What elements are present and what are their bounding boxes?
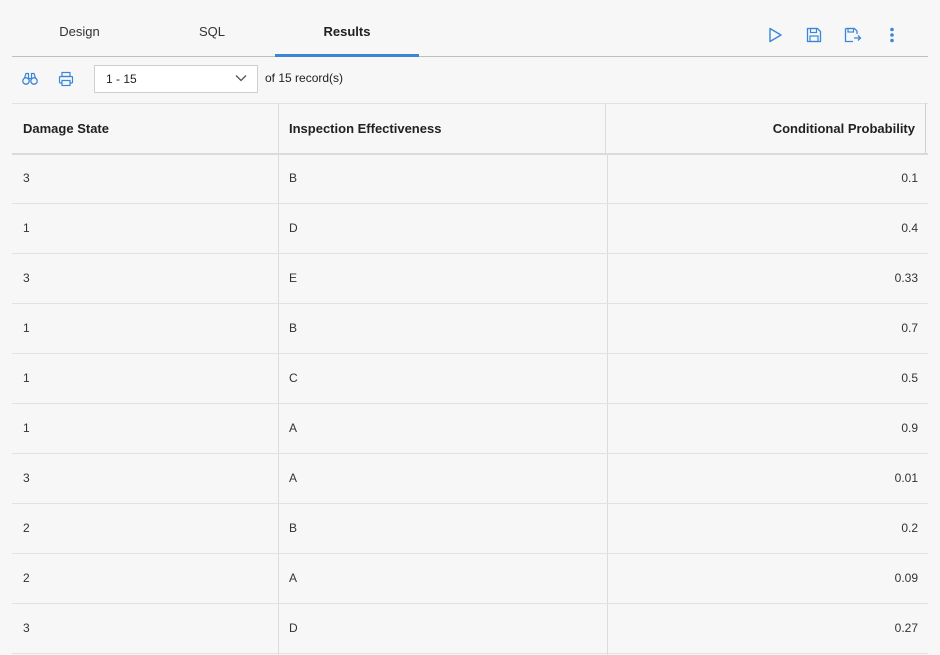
save-button[interactable] — [803, 24, 825, 46]
column-header-damage-state[interactable]: Damage State — [23, 104, 109, 153]
table-row[interactable]: 3 A 0.01 — [12, 454, 928, 504]
cell-inspection-effectiveness: D — [289, 221, 298, 235]
cell-inspection-effectiveness: A — [289, 421, 298, 435]
save-as-button[interactable] — [842, 24, 864, 46]
table-row[interactable]: 3 D 0.27 — [12, 604, 928, 654]
cell-damage-state: 1 — [23, 221, 30, 235]
cell-conditional-probability: 0.9 — [901, 421, 918, 435]
run-icon — [769, 27, 782, 43]
grid-header: Damage State Inspection Effectiveness Co… — [12, 103, 928, 155]
cell-inspection-effectiveness: A — [289, 571, 298, 585]
cell-damage-state: 1 — [23, 321, 30, 335]
cell-inspection-effectiveness: D — [289, 621, 298, 635]
more-icon — [890, 27, 894, 43]
tab-bar: Design SQL Results — [12, 0, 928, 57]
cell-damage-state: 1 — [23, 371, 30, 385]
save-as-icon — [844, 27, 862, 43]
table-row[interactable]: 1 C 0.5 — [12, 354, 928, 404]
cell-damage-state: 1 — [23, 421, 30, 435]
page-range-select[interactable]: 1 - 15 — [94, 65, 258, 93]
column-divider — [925, 103, 926, 153]
table-row[interactable]: 2 A 0.09 — [12, 554, 928, 604]
print-icon — [58, 71, 74, 87]
cell-inspection-effectiveness: A — [289, 471, 298, 485]
binoculars-icon — [22, 72, 38, 85]
run-button[interactable] — [764, 24, 786, 46]
cell-conditional-probability: 0.09 — [894, 571, 918, 585]
tab-results[interactable]: Results — [275, 0, 419, 57]
table-row[interactable]: 1 A 0.9 — [12, 404, 928, 454]
cell-conditional-probability: 0.2 — [901, 521, 918, 535]
cell-conditional-probability: 0.01 — [894, 471, 918, 485]
cell-conditional-probability: 0.27 — [894, 621, 918, 635]
cell-damage-state: 3 — [23, 471, 30, 485]
cell-inspection-effectiveness: B — [289, 171, 298, 185]
chevron-down-icon — [235, 75, 247, 82]
cell-damage-state: 2 — [23, 571, 30, 585]
table-row[interactable]: 1 D 0.4 — [12, 204, 928, 254]
table-row[interactable]: 1 B 0.7 — [12, 304, 928, 354]
tab-design[interactable]: Design — [12, 0, 147, 56]
cell-conditional-probability: 0.5 — [901, 371, 918, 385]
page-range-value: 1 - 15 — [106, 72, 137, 86]
cell-conditional-probability: 0.1 — [901, 171, 918, 185]
cell-conditional-probability: 0.4 — [901, 221, 918, 235]
cell-conditional-probability: 0.7 — [901, 321, 918, 335]
table-row[interactable]: 3 E 0.33 — [12, 254, 928, 304]
cell-inspection-effectiveness: C — [289, 371, 298, 385]
find-button[interactable] — [20, 69, 40, 89]
tab-sql[interactable]: SQL — [147, 0, 277, 56]
cell-inspection-effectiveness: B — [289, 321, 298, 335]
record-count: of 15 record(s) — [265, 71, 344, 85]
column-header-inspection-effectiveness[interactable]: Inspection Effectiveness — [289, 104, 441, 153]
more-options-button[interactable] — [881, 24, 903, 46]
cell-inspection-effectiveness: E — [289, 271, 298, 285]
cell-inspection-effectiveness: B — [289, 521, 298, 535]
print-button[interactable] — [56, 69, 76, 89]
cell-damage-state: 3 — [23, 271, 30, 285]
save-icon — [806, 27, 822, 43]
cell-damage-state: 2 — [23, 521, 30, 535]
results-grid: Damage State Inspection Effectiveness Co… — [12, 103, 928, 655]
table-row[interactable]: 2 B 0.2 — [12, 504, 928, 554]
column-header-conditional-probability[interactable]: Conditional Probability — [605, 104, 915, 153]
cell-damage-state: 3 — [23, 171, 30, 185]
cell-conditional-probability: 0.33 — [894, 271, 918, 285]
cell-damage-state: 3 — [23, 621, 30, 635]
table-row[interactable]: 3 B 0.1 — [12, 154, 928, 204]
column-divider — [605, 103, 606, 153]
